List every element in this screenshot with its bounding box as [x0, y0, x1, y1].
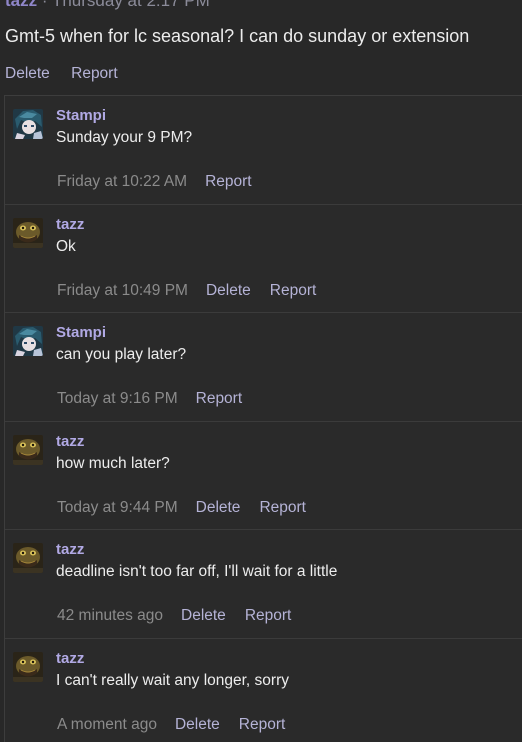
stampi-avatar	[13, 326, 43, 356]
header-separator: ·	[41, 0, 48, 10]
post-header: tazz · Thursday at 2:17 PM	[5, 0, 210, 11]
comment-text: Sunday your 9 PM?	[56, 129, 193, 146]
comment-timestamp[interactable]: Friday at 10:49 PM	[57, 282, 188, 299]
avatar[interactable]	[13, 109, 43, 139]
report-button[interactable]: Report	[239, 716, 286, 733]
comment-timestamp[interactable]: A moment ago	[57, 716, 157, 733]
avatar[interactable]	[13, 434, 43, 465]
comment-item: tazz deadline isn't too far off, I'll wai…	[5, 530, 522, 639]
comment-author[interactable]: Stampi	[56, 107, 106, 124]
delete-button[interactable]: Delete	[181, 607, 226, 624]
comment-item: Stampi can you play later? Today at 9:16 P…	[5, 313, 522, 422]
report-button[interactable]: Report	[196, 390, 243, 407]
comment-meta: A moment ago Delete Report	[57, 716, 304, 734]
comment-author[interactable]: tazz	[56, 650, 84, 667]
comment-text: I can't really wait any longer, sorry	[56, 671, 289, 689]
comment-timestamp[interactable]: Friday at 10:22 AM	[57, 173, 187, 190]
message-post: tazz · Thursday at 2:17 PM Gmt-5 when fo…	[0, 0, 522, 742]
comment-item: tazz how much later? Today at 9:44 PM Delet…	[5, 421, 522, 530]
report-button[interactable]: Report	[205, 173, 252, 190]
report-button[interactable]: Report	[71, 65, 118, 82]
comment-author[interactable]: tazz	[56, 541, 84, 558]
comment-timestamp[interactable]: 42 minutes ago	[57, 607, 163, 624]
stampi-avatar	[13, 109, 43, 139]
comment-text: can you play later?	[56, 346, 187, 363]
post-author[interactable]: tazz	[5, 0, 37, 10]
tazz-avatar	[13, 217, 43, 248]
delete-button[interactable]: Delete	[5, 65, 50, 82]
comment-item: tazz I can't really wait any longer, sorr…	[5, 638, 522, 742]
avatar[interactable]	[13, 217, 43, 248]
tazz-avatar	[13, 651, 43, 682]
comment-meta: 42 minutes ago Delete Report	[57, 607, 310, 625]
avatar[interactable]	[13, 651, 43, 682]
comment-meta: Today at 9:44 PM Delete Report	[57, 499, 325, 517]
comment-list: Stampi Sunday your 9 PM? Friday at 10:22 A…	[4, 95, 522, 742]
delete-button[interactable]: Delete	[206, 282, 251, 299]
post-timestamp[interactable]: Thursday at 2:17 PM	[52, 0, 210, 10]
comment-item: tazz Ok Friday at 10:49 PM Delete Report	[5, 204, 522, 313]
comment-meta: Friday at 10:49 PM Delete Report	[57, 282, 335, 300]
comment-meta: Friday at 10:22 AM Report	[57, 173, 271, 191]
tazz-avatar	[13, 434, 43, 465]
comment-text: Ok	[56, 237, 76, 255]
comment-meta: Today at 9:16 PM Report	[57, 390, 261, 408]
tazz-avatar	[13, 543, 43, 573]
comment-text: how much later?	[56, 454, 170, 472]
delete-button[interactable]: Delete	[175, 716, 220, 733]
post-actions: Delete Report	[5, 65, 135, 83]
delete-button[interactable]: Delete	[196, 499, 241, 516]
comment-author[interactable]: tazz	[56, 433, 84, 450]
avatar[interactable]	[13, 326, 43, 356]
comment-timestamp[interactable]: Today at 9:44 PM	[57, 499, 178, 516]
comment-author[interactable]: Stampi	[56, 324, 106, 341]
post-body: Gmt-5 when for lc seasonal? I can do sun…	[5, 26, 470, 46]
report-button[interactable]: Report	[270, 282, 317, 299]
comment-text: deadline isn't too far off, I'll wait fo…	[56, 563, 338, 580]
comment-item: Stampi Sunday your 9 PM? Friday at 10:22 A…	[5, 96, 522, 205]
avatar[interactable]	[13, 543, 43, 573]
comment-timestamp[interactable]: Today at 9:16 PM	[57, 390, 178, 407]
report-button[interactable]: Report	[245, 607, 292, 624]
comment-author[interactable]: tazz	[56, 216, 84, 233]
report-button[interactable]: Report	[259, 499, 306, 516]
